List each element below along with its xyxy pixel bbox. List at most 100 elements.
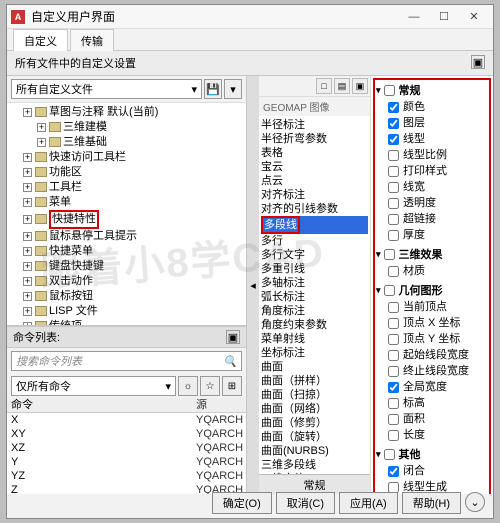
entity-list-item[interactable]: 曲面 (261, 360, 368, 374)
prop-group-header[interactable]: 三维效果 (376, 245, 488, 263)
prop-item[interactable]: 顶点 Y 坐标 (376, 331, 488, 347)
entity-list-item[interactable]: 角度约束参数 (261, 318, 368, 332)
tree-item[interactable]: +键盘快捷键 (9, 259, 244, 274)
prop-checkbox[interactable] (388, 166, 399, 177)
prop-checkbox[interactable] (388, 230, 399, 241)
prop-checkbox[interactable] (388, 266, 399, 277)
prop-group-header[interactable]: 常规 (376, 81, 488, 99)
entity-list-item[interactable]: 对齐标注 (261, 188, 368, 202)
filter-btn-2[interactable]: ☆ (200, 376, 220, 396)
entity-list-item[interactable]: 三维多段线 (261, 458, 368, 472)
apply-button[interactable]: 应用(A) (339, 492, 398, 514)
prop-checkbox[interactable] (388, 482, 399, 493)
prop-item[interactable]: 线型比例 (376, 147, 488, 163)
prop-checkbox[interactable] (388, 102, 399, 113)
prop-group-header[interactable]: 其他 (376, 445, 488, 463)
prop-checkbox[interactable] (388, 198, 399, 209)
file-menu-button[interactable]: ▾ (224, 79, 242, 99)
entity-list-item[interactable]: 曲面（网络） (261, 402, 368, 416)
entity-list-item[interactable]: 曲面（拼样） (261, 374, 368, 388)
prop-item[interactable]: 起始线段宽度 (376, 347, 488, 363)
search-input[interactable]: 搜索命令列表 🔍 (11, 351, 242, 371)
prop-checkbox[interactable] (388, 302, 399, 313)
entity-list-item[interactable]: 菜单射线 (261, 332, 368, 346)
tree-item[interactable]: +快速访问工具栏 (9, 150, 244, 165)
toolbar-btn-2[interactable]: ▤ (334, 78, 350, 94)
tree-item[interactable]: +双击动作 (9, 274, 244, 289)
prop-item[interactable]: 终止线段宽度 (376, 363, 488, 379)
tree-item[interactable]: +鼠标按钮 (9, 289, 244, 304)
prop-checkbox[interactable] (388, 398, 399, 409)
tree-item[interactable]: +鼠标悬停工具提示 (9, 229, 244, 244)
prop-item[interactable]: 面积 (376, 411, 488, 427)
command-row[interactable]: YYQARCH (7, 455, 246, 469)
entity-list-item[interactable]: 曲面（修剪） (261, 416, 368, 430)
prop-checkbox[interactable] (388, 134, 399, 145)
entity-list-item[interactable]: 曲面（扫掠） (261, 388, 368, 402)
prop-checkbox[interactable] (388, 382, 399, 393)
prop-item[interactable]: 颜色 (376, 99, 488, 115)
tree-item[interactable]: +工具栏 (9, 180, 244, 195)
prop-item[interactable]: 长度 (376, 427, 488, 443)
prop-item[interactable]: 当前顶点 (376, 299, 488, 315)
prop-checkbox[interactable] (388, 182, 399, 193)
prop-checkbox[interactable] (388, 118, 399, 129)
prop-checkbox[interactable] (388, 430, 399, 441)
tree-item[interactable]: +三维基础 (9, 135, 244, 150)
prop-item[interactable]: 透明度 (376, 195, 488, 211)
entity-list-item[interactable]: 曲面(NURBS) (261, 444, 368, 458)
tree-item[interactable]: +快捷菜单 (9, 244, 244, 259)
file-combo[interactable]: 所有自定义文件 ▾ (11, 79, 202, 99)
tree-item[interactable]: +三维建模 (9, 120, 244, 135)
prop-item[interactable]: 材质 (376, 263, 488, 279)
cancel-button[interactable]: 取消(C) (276, 492, 335, 514)
prop-checkbox[interactable] (388, 366, 399, 377)
entity-list-item[interactable]: 多行 (261, 234, 368, 248)
ok-button[interactable]: 确定(O) (212, 492, 272, 514)
tree-item[interactable]: +LISP 文件 (9, 304, 244, 319)
prop-group-header[interactable]: 几何图形 (376, 281, 488, 299)
prop-item[interactable]: 超链接 (376, 211, 488, 227)
entity-list-item[interactable]: 弧长标注 (261, 290, 368, 304)
prop-item[interactable]: 顶点 X 坐标 (376, 315, 488, 331)
prop-checkbox[interactable] (388, 214, 399, 225)
tree-item[interactable]: +传统项 (9, 319, 244, 326)
prop-checkbox[interactable] (388, 318, 399, 329)
close-button[interactable]: ✕ (459, 7, 489, 27)
entity-list-item[interactable]: 角度标注 (261, 304, 368, 318)
collapse-cmdlist-button[interactable]: ▣ (226, 330, 240, 344)
filter-btn-3[interactable]: ⊞ (222, 376, 242, 396)
entity-list-item[interactable]: 多重引线 (261, 262, 368, 276)
expand-button[interactable]: ⌄ (465, 492, 485, 512)
customization-tree[interactable]: +草图与注释 默认(当前)+三维建模+三维基础+快速访问工具栏+功能区+工具栏+… (7, 103, 246, 326)
command-table[interactable]: 命令 源 XYQARCHXYYQARCHXZYQARCHYYQARCHYZYQA… (7, 398, 246, 494)
save-file-button[interactable]: 💾 (204, 79, 222, 99)
filter-btn-1[interactable]: ☼ (178, 376, 198, 396)
toolbar-btn-3[interactable]: ▣ (352, 78, 368, 94)
command-row[interactable]: ZYQARCH (7, 483, 246, 494)
prop-checkbox[interactable] (388, 150, 399, 161)
prop-checkbox[interactable] (388, 334, 399, 345)
entity-list-item[interactable]: 半径折弯参数 (261, 132, 368, 146)
minimize-button[interactable]: — (399, 7, 429, 27)
entity-list-item[interactable]: 多段线 (261, 216, 368, 234)
prop-checkbox[interactable] (388, 466, 399, 477)
prop-item[interactable]: 线型 (376, 131, 488, 147)
command-row[interactable]: XYQARCH (7, 413, 246, 427)
prop-item[interactable]: 厚度 (376, 227, 488, 243)
splitter[interactable]: ◂ (247, 76, 259, 494)
command-row[interactable]: XYYQARCH (7, 427, 246, 441)
tree-item[interactable]: +功能区 (9, 165, 244, 180)
prop-item[interactable]: 全局宽度 (376, 379, 488, 395)
entity-list-item[interactable]: 对齐的引线参数 (261, 202, 368, 216)
tree-item[interactable]: +菜单 (9, 195, 244, 210)
toolbar-btn-1[interactable]: □ (316, 78, 332, 94)
tree-item[interactable]: +快捷特性 (9, 210, 244, 229)
prop-checkbox[interactable] (388, 350, 399, 361)
entity-list-item[interactable]: 表格 (261, 146, 368, 160)
tab-transfer[interactable]: 传输 (70, 29, 114, 51)
entity-list-item[interactable]: 宝云 (261, 160, 368, 174)
prop-item[interactable]: 线宽 (376, 179, 488, 195)
entity-list-item[interactable]: 半径标注 (261, 118, 368, 132)
tab-customize[interactable]: 自定义 (13, 29, 68, 51)
